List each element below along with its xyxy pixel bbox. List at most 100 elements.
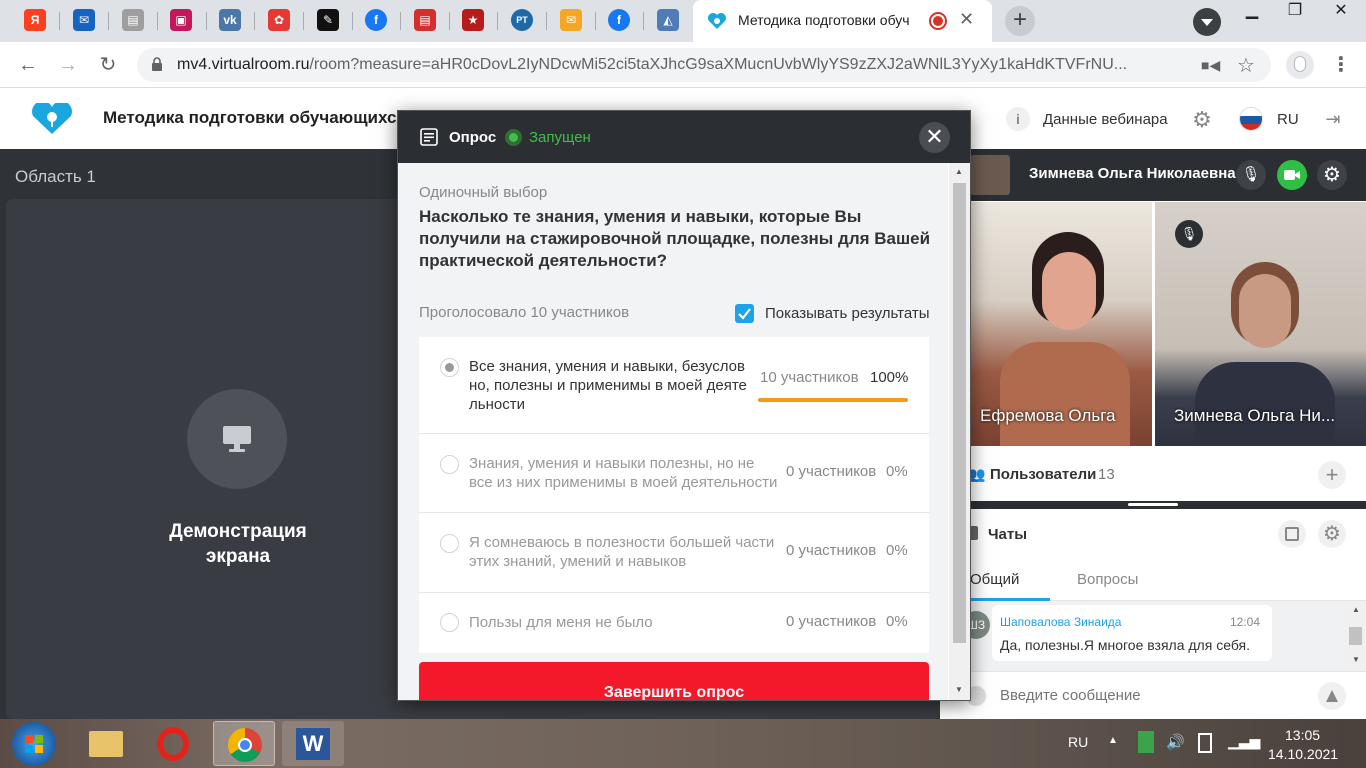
forward-icon[interactable]: → — [54, 51, 82, 79]
show-results-checkbox[interactable] — [735, 304, 754, 323]
option-radio[interactable] — [440, 613, 459, 632]
volume-icon[interactable]: 🔊 — [1166, 733, 1185, 751]
facebook-tab-icon[interactable]: f — [608, 9, 630, 31]
exit-icon[interactable]: ⇥ — [1321, 107, 1345, 131]
settings-gear-icon[interactable]: ⚙ — [1189, 107, 1215, 133]
screen-share-button[interactable] — [187, 389, 287, 489]
tab-separator — [59, 12, 60, 30]
close-tab-icon[interactable]: ✕ — [959, 9, 974, 30]
brush-tab-icon[interactable]: ✎ — [317, 9, 339, 31]
close-poll-button[interactable]: ✕ — [919, 122, 950, 153]
camera-button[interactable] — [1277, 160, 1307, 190]
mic-muted-icon: 🎙 — [1175, 220, 1203, 248]
option-progress-bar — [758, 398, 908, 402]
tab-separator — [546, 12, 547, 30]
video-name: Ефремова Ольга — [980, 406, 1116, 425]
panel-resize-handle[interactable] — [940, 501, 1366, 509]
facebook-tab-icon[interactable]: f — [365, 9, 387, 31]
chat-scrollbar[interactable]: ▲ ▼ — [1345, 601, 1366, 671]
status-dot-icon — [505, 129, 522, 146]
show-results-label: Показывать результаты — [765, 305, 930, 322]
back-icon[interactable]: ← — [14, 51, 42, 79]
option-radio[interactable] — [440, 455, 459, 474]
address-bar[interactable]: mv4.virtualroom.ru/room?measure=aHR0cDov… — [137, 48, 1271, 82]
tab-separator — [400, 12, 401, 30]
scrollbar-thumb[interactable] — [953, 183, 966, 643]
tab-questions[interactable]: Вопросы — [1077, 571, 1138, 588]
poll-option[interactable]: Я сомневаюсь в полезности большей части … — [419, 513, 929, 592]
poll-option[interactable]: Знания, умения и навыки полезны, но не в… — [419, 434, 929, 512]
video-tile-efremova[interactable]: Ефремова Ольга — [970, 202, 1152, 446]
tab-active[interactable]: Методика подготовки обуч ✕ — [693, 0, 992, 42]
scroll-down-icon[interactable]: ▼ — [955, 685, 963, 694]
option-count: 0 участников — [786, 463, 877, 480]
option-radio[interactable] — [440, 358, 459, 377]
battery-icon[interactable] — [1198, 733, 1212, 753]
language-label[interactable]: RU — [1277, 111, 1299, 128]
clock-date[interactable]: 14.10.2021 — [1268, 746, 1338, 762]
chat-options-button[interactable] — [1278, 520, 1306, 548]
option-radio[interactable] — [440, 534, 459, 553]
yandex-tab-icon[interactable]: Я — [24, 9, 46, 31]
send-button[interactable] — [1318, 682, 1346, 710]
chat-tabs: Общий Вопросы — [940, 559, 1366, 601]
tab-separator — [595, 12, 596, 30]
bookmark-star-icon[interactable]: ☆ — [1237, 53, 1255, 78]
poll-option[interactable]: Пользы для меня не было 0 участников 0% — [419, 593, 929, 653]
video-tile-zimneva[interactable]: 🎙 Зимнева Ольга Ни... — [1155, 202, 1366, 446]
vk-tab-icon[interactable]: vk — [219, 9, 241, 31]
profile-menu-icon[interactable] — [1193, 8, 1221, 36]
poll-list-icon — [420, 128, 438, 146]
webinar-title: Методика подготовки обучающихся — [103, 108, 403, 127]
doc-red-tab-icon[interactable]: ▤ — [414, 9, 436, 31]
russian-flag-icon[interactable] — [1239, 107, 1263, 131]
tab-general[interactable]: Общий — [970, 571, 1019, 588]
camera-icon — [1284, 170, 1300, 180]
network-signal-icon[interactable]: ▁▃▅ — [1228, 733, 1260, 750]
word-taskbar-icon[interactable]: W — [282, 721, 344, 766]
clock-time[interactable]: 13:05 — [1285, 727, 1320, 743]
app-tray-icon[interactable] — [1138, 731, 1154, 753]
chat-message-input[interactable] — [1000, 687, 1300, 704]
new-tab-button[interactable]: + — [1005, 6, 1035, 36]
browser-menu-icon[interactable]: ⋮ — [1331, 52, 1351, 77]
close-window-button[interactable]: ✕ — [1318, 0, 1364, 24]
explorer-taskbar-icon[interactable] — [75, 721, 137, 766]
option-percent: 0% — [886, 463, 908, 480]
poll-status: Запущен — [529, 129, 591, 146]
video-name: Зимнева Ольга Ни... — [1174, 406, 1336, 425]
flower-tab-icon[interactable]: ✿ — [268, 9, 290, 31]
rt-tab-icon[interactable]: PT — [511, 9, 533, 31]
restore-button[interactable]: ❐ — [1272, 0, 1318, 24]
envelope-tab-icon[interactable]: ✉ — [560, 9, 582, 31]
tab-separator — [206, 12, 207, 30]
add-user-button[interactable]: + — [1318, 461, 1346, 489]
scroll-up-icon[interactable]: ▲ — [955, 167, 963, 176]
keyboard-language[interactable]: RU — [1068, 734, 1088, 750]
reload-icon[interactable]: ↻ — [94, 51, 122, 79]
mail-tab-icon[interactable]: ✉ — [73, 9, 95, 31]
show-hidden-icons[interactable]: ▲ — [1108, 735, 1118, 746]
minimize-button[interactable]: ▁ — [1229, 0, 1275, 24]
star-tab-icon[interactable]: ★ — [462, 9, 484, 31]
chart-tab-icon[interactable]: ◭ — [657, 9, 679, 31]
camera-in-use-icon[interactable]: ■◀ — [1201, 57, 1220, 74]
poll-scrollbar[interactable]: ▲ ▼ — [949, 163, 970, 700]
speaker-settings-button[interactable]: ⚙ — [1317, 160, 1347, 190]
document-tab-icon[interactable]: ▤ — [122, 9, 144, 31]
image-tab-icon[interactable]: ▣ — [170, 9, 192, 31]
mic-muted-button[interactable]: 🎙 — [1236, 160, 1266, 190]
profile-avatar-icon[interactable] — [1286, 51, 1314, 79]
info-icon[interactable]: i — [1006, 107, 1030, 131]
start-button[interactable] — [12, 722, 56, 766]
poll-option[interactable]: Все знания, умения и навыки, безусловно,… — [419, 337, 929, 433]
chat-author[interactable]: Шаповалова Зинаида — [1000, 615, 1121, 629]
webinar-data-link[interactable]: Данные вебинара — [1043, 111, 1168, 128]
tab-separator — [352, 12, 353, 30]
option-text: Я сомневаюсь в полезности большей части … — [469, 534, 775, 570]
chat-settings-gear-icon[interactable]: ⚙ — [1318, 520, 1346, 548]
users-section-header[interactable]: 👥 Пользователи 13 + — [940, 449, 1366, 501]
chrome-taskbar-icon[interactable] — [213, 721, 275, 766]
finish-poll-button[interactable]: Завершить опрос — [419, 662, 929, 700]
opera-taskbar-icon[interactable] — [144, 721, 206, 766]
